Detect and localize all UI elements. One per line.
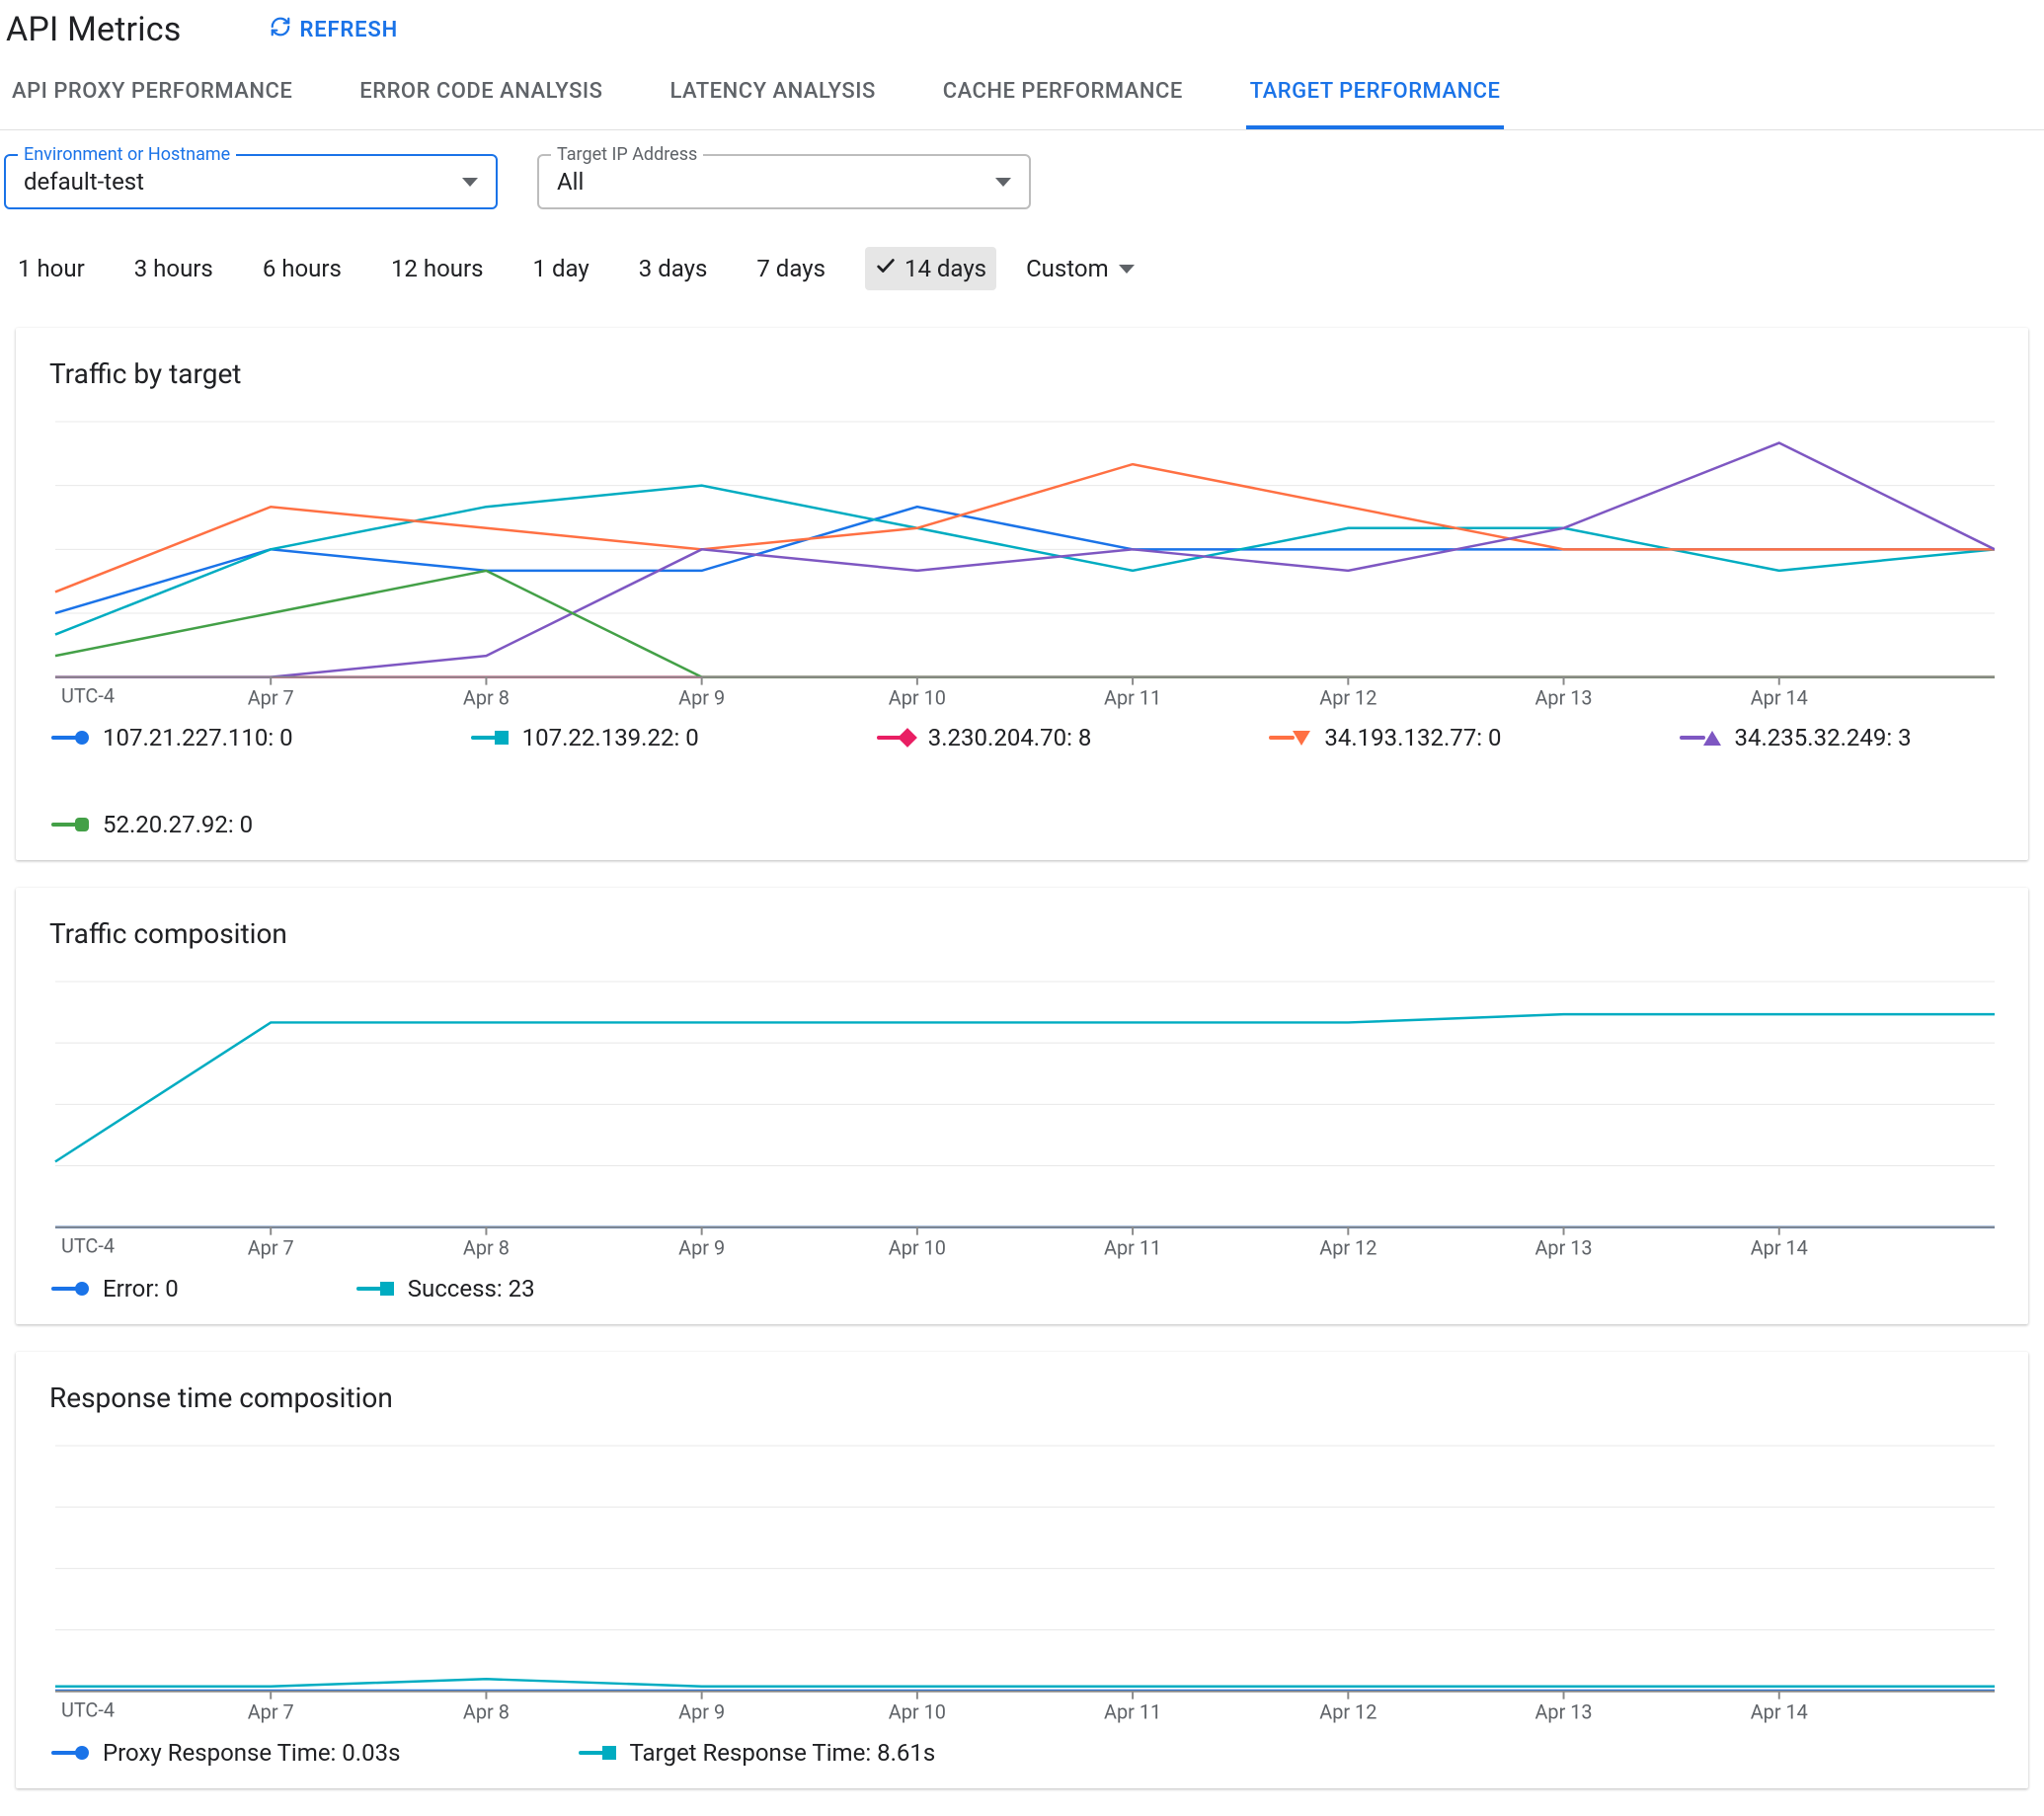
svg-text:Apr 8: Apr 8 xyxy=(463,687,510,710)
time-range-3-hours[interactable]: 3 hours xyxy=(124,247,223,290)
legend-item[interactable]: Target Response Time: 8.61s xyxy=(579,1739,936,1767)
target-ip-select-label: Target IP Address xyxy=(551,144,703,165)
svg-text:Apr 14: Apr 14 xyxy=(1751,687,1808,710)
legend-label: 52.20.27.92: 0 xyxy=(103,811,253,838)
svg-text:Apr 14: Apr 14 xyxy=(1751,1237,1808,1260)
chevron-down-icon xyxy=(462,178,478,187)
svg-text:Apr 9: Apr 9 xyxy=(678,1701,725,1724)
page-title: API Metrics xyxy=(6,10,181,49)
chevron-down-icon xyxy=(995,178,1011,187)
svg-text:UTC-4: UTC-4 xyxy=(61,1699,115,1722)
target-ip-select-value: All xyxy=(557,168,995,196)
legend-item[interactable]: Proxy Response Time: 0.03s xyxy=(51,1739,401,1767)
chart-legend: Proxy Response Time: 0.03s Target Respons… xyxy=(49,1727,1995,1771)
environment-select-label: Environment or Hostname xyxy=(18,144,236,165)
chart-title: Response time composition xyxy=(49,1382,1995,1414)
time-range-3-days[interactable]: 3 days xyxy=(629,247,718,290)
svg-text:Apr 13: Apr 13 xyxy=(1534,1701,1592,1724)
legend-item[interactable]: 107.22.139.22: 0 xyxy=(471,724,699,751)
svg-text:Apr 13: Apr 13 xyxy=(1534,1237,1592,1260)
svg-text:Apr 7: Apr 7 xyxy=(248,1701,294,1724)
check-icon xyxy=(875,255,897,282)
target-ip-select[interactable]: Target IP Address All xyxy=(537,154,1031,209)
svg-text:Apr 11: Apr 11 xyxy=(1104,687,1161,710)
chart-card-traffic-composition: Traffic composition UTC-4 Apr 7 Apr 8 Apr 9 A… xyxy=(16,888,2028,1324)
tab-api-proxy-performance[interactable]: API PROXY PERFORMANCE xyxy=(8,61,296,129)
legend-item[interactable]: 107.21.227.110: 0 xyxy=(51,724,293,751)
legend-label: 34.193.132.77: 0 xyxy=(1324,724,1501,751)
legend-item[interactable]: 34.193.132.77: 0 xyxy=(1269,724,1501,751)
chart-card-response-time-composition: Response time composition UTC-4 Apr 7 Apr 8… xyxy=(16,1352,2028,1788)
chart-legend: 107.21.227.110: 0 107.22.139.22: 0 3.230.2… xyxy=(49,712,1995,842)
legend-label: Proxy Response Time: 0.03s xyxy=(103,1739,401,1767)
refresh-icon xyxy=(270,16,291,43)
tab-cache-performance[interactable]: CACHE PERFORMANCE xyxy=(939,61,1187,129)
time-range-row: 1 hour 3 hours 6 hours 12 hours 1 day 3 days 7… xyxy=(0,221,2044,308)
svg-text:Apr 8: Apr 8 xyxy=(463,1237,510,1260)
chart-plot: UTC-4 Apr 7 Apr 8 Apr 9 Apr 10 Apr 11 Apr 12 Ap… xyxy=(49,418,1995,712)
svg-text:Apr 7: Apr 7 xyxy=(248,1237,294,1260)
environment-select-value: default-test xyxy=(24,168,462,196)
tab-target-performance[interactable]: TARGET PERFORMANCE xyxy=(1246,61,1505,129)
chart-plot: UTC-4 Apr 7 Apr 8 Apr 9 Apr 10 Apr 11 Apr 12 Ap… xyxy=(49,1442,1995,1727)
chart-card-traffic-by-target: Traffic by target UTC-4 Apr 7 Apr 8 Apr 9 Apr… xyxy=(16,328,2028,860)
legend-label: Success: 23 xyxy=(408,1275,535,1303)
svg-text:Apr 14: Apr 14 xyxy=(1751,1701,1808,1724)
environment-select[interactable]: Environment or Hostname default-test xyxy=(4,154,498,209)
svg-text:Apr 10: Apr 10 xyxy=(889,687,946,710)
svg-text:Apr 9: Apr 9 xyxy=(678,1237,725,1260)
svg-text:Apr 11: Apr 11 xyxy=(1104,1701,1161,1724)
svg-text:Apr 10: Apr 10 xyxy=(889,1701,946,1724)
time-range-7-days[interactable]: 7 days xyxy=(747,247,835,290)
legend-label: Error: 0 xyxy=(103,1275,179,1303)
legend-item[interactable]: 34.235.32.249: 3 xyxy=(1680,724,1912,751)
legend-label: 34.235.32.249: 3 xyxy=(1735,724,1912,751)
time-range-custom[interactable]: Custom xyxy=(1026,255,1135,282)
svg-text:Apr 12: Apr 12 xyxy=(1319,1237,1376,1260)
legend-item[interactable]: 3.230.204.70: 8 xyxy=(877,724,1092,751)
legend-label: 107.21.227.110: 0 xyxy=(103,724,293,751)
svg-text:Apr 12: Apr 12 xyxy=(1319,1701,1376,1724)
svg-text:Apr 8: Apr 8 xyxy=(463,1701,510,1724)
refresh-button[interactable]: REFRESH xyxy=(270,16,397,43)
chart-title: Traffic by target xyxy=(49,357,1995,390)
svg-text:Apr 10: Apr 10 xyxy=(889,1237,946,1260)
time-range-1-day[interactable]: 1 day xyxy=(523,247,599,290)
legend-item[interactable]: Error: 0 xyxy=(51,1275,179,1303)
chart-plot: UTC-4 Apr 7 Apr 8 Apr 9 Apr 10 Apr 11 Apr 12 Ap… xyxy=(49,978,1995,1263)
tab-error-code-analysis[interactable]: ERROR CODE ANALYSIS xyxy=(355,61,606,129)
refresh-label: REFRESH xyxy=(299,18,397,42)
chart-legend: Error: 0 Success: 23 xyxy=(49,1263,1995,1306)
svg-text:UTC-4: UTC-4 xyxy=(61,1235,115,1258)
legend-label: Target Response Time: 8.61s xyxy=(630,1739,936,1767)
legend-item[interactable]: 52.20.27.92: 0 xyxy=(51,811,253,838)
chart-title: Traffic composition xyxy=(49,917,1995,950)
chevron-down-icon xyxy=(1119,265,1135,274)
svg-text:Apr 13: Apr 13 xyxy=(1534,687,1592,710)
legend-label: 107.22.139.22: 0 xyxy=(522,724,699,751)
svg-text:Apr 11: Apr 11 xyxy=(1104,1237,1161,1260)
svg-text:Apr 12: Apr 12 xyxy=(1319,687,1376,710)
legend-item[interactable]: Success: 23 xyxy=(356,1275,535,1303)
svg-text:Apr 9: Apr 9 xyxy=(678,687,725,710)
time-range-6-hours[interactable]: 6 hours xyxy=(253,247,352,290)
svg-text:UTC-4: UTC-4 xyxy=(61,685,115,708)
tab-latency-analysis[interactable]: LATENCY ANALYSIS xyxy=(666,61,879,129)
legend-label: 3.230.204.70: 8 xyxy=(928,724,1092,751)
time-range-12-hours[interactable]: 12 hours xyxy=(381,247,494,290)
time-range-1-hour[interactable]: 1 hour xyxy=(8,247,95,290)
tabbar: API PROXY PERFORMANCE ERROR CODE ANALYSIS… xyxy=(0,61,2044,130)
time-range-14-days[interactable]: 14 days xyxy=(865,247,996,290)
svg-text:Apr 7: Apr 7 xyxy=(248,687,294,710)
